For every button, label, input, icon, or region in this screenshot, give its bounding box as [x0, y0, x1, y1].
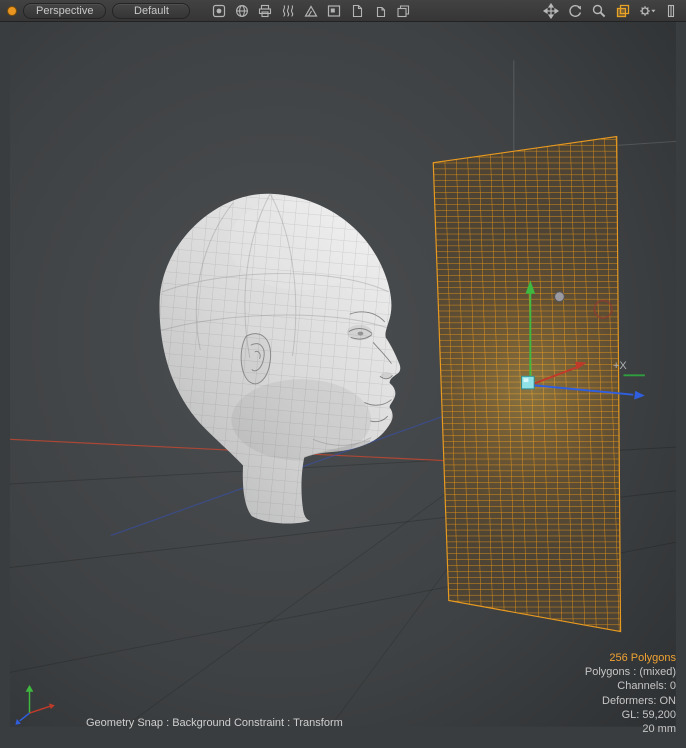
pan-icon[interactable] [542, 2, 560, 20]
frame-icon[interactable] [325, 2, 343, 20]
shading-mode-button[interactable]: Default [112, 3, 190, 19]
render-style-icon[interactable] [210, 2, 228, 20]
maximize-icon[interactable] [614, 2, 632, 20]
page-icon[interactable] [348, 2, 366, 20]
rotate-icon[interactable] [566, 2, 584, 20]
mountain-icon[interactable] [302, 2, 320, 20]
gear-icon[interactable] [638, 2, 656, 20]
modeling-app-window: Perspective Default [0, 0, 686, 748]
viewport-nav-icons [542, 2, 680, 20]
zoom-icon[interactable] [590, 2, 608, 20]
stack-icon[interactable] [394, 2, 412, 20]
globe-icon[interactable] [233, 2, 251, 20]
panel-toggle-icon[interactable] [662, 2, 680, 20]
viewport-3d-canvas[interactable]: +X Geometry Snap : Background Constraint… [0, 22, 686, 748]
viewport-style-icons [210, 2, 412, 20]
center-cyan-handle[interactable] [522, 376, 535, 389]
scale-handle[interactable] [555, 292, 565, 302]
viewport-indicator-icon[interactable] [7, 6, 17, 16]
printer-icon[interactable] [256, 2, 274, 20]
viewport-toolbar: Perspective Default [0, 0, 686, 22]
page-copy-icon[interactable] [371, 2, 389, 20]
scene [0, 22, 686, 748]
view-type-button[interactable]: Perspective [23, 3, 106, 19]
waves-icon[interactable] [279, 2, 297, 20]
eye [358, 332, 364, 336]
